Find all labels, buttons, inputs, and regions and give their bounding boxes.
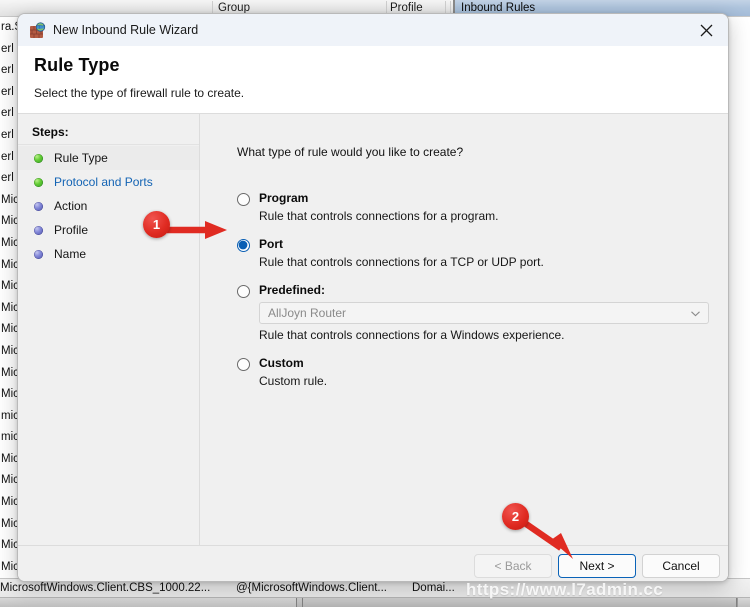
steps-panel: Steps: Rule Type Protocol and Ports Action… xyxy=(18,114,200,545)
annotation-arrow-1 xyxy=(167,221,227,239)
steps-divider xyxy=(18,144,199,145)
dialog-footer: < Back Next > Cancel xyxy=(18,545,728,581)
predefined-rule-dropdown-value: AllJoyn Router xyxy=(268,306,347,320)
close-icon[interactable] xyxy=(684,14,728,46)
step-item-label: Protocol and Ports xyxy=(54,175,153,189)
step-item-action[interactable]: Action xyxy=(18,194,199,218)
radio-predefined[interactable] xyxy=(237,285,250,298)
step-bullet-icon xyxy=(34,178,43,187)
step-item-label: Rule Type xyxy=(54,151,108,165)
option-custom-description: Custom rule. xyxy=(259,374,328,388)
status-bar-cell: @{MicrosoftWindows.Client... xyxy=(236,582,387,594)
content-panel: What type of rule would you like to crea… xyxy=(200,114,728,545)
cancel-button[interactable]: Cancel xyxy=(642,554,720,578)
option-port-description: Rule that controls connections for a TCP… xyxy=(259,255,544,269)
new-inbound-rule-wizard-dialog: New Inbound Rule Wizard Rule Type Select… xyxy=(17,13,729,582)
step-item-label: Action xyxy=(54,199,88,213)
step-bullet-icon xyxy=(34,202,43,211)
radio-port[interactable] xyxy=(237,239,250,252)
background-status-bar: MicrosoftWindows.Client.CBS_1000.22... @{… xyxy=(0,578,750,607)
step-item-rule-type[interactable]: Rule Type xyxy=(18,146,199,170)
step-item-label: Profile xyxy=(54,223,89,237)
step-item-name[interactable]: Name xyxy=(18,242,199,266)
option-predefined-label: Predefined: xyxy=(259,283,326,297)
annotation-marker-1: 1 xyxy=(143,211,170,238)
steps-heading: Steps: xyxy=(32,125,69,139)
option-program-label: Program xyxy=(259,191,309,205)
content-question: What type of rule would you like to crea… xyxy=(237,145,464,159)
page-subtitle: Select the type of firewall rule to crea… xyxy=(34,86,245,100)
step-item-protocol-and-ports[interactable]: Protocol and Ports xyxy=(18,170,199,194)
status-bar-cell: MicrosoftWindows.Client.CBS_1000.22... xyxy=(0,582,211,594)
option-custom-label: Custom xyxy=(259,356,304,370)
step-bullet-icon xyxy=(34,154,43,163)
dialog-title: New Inbound Rule Wizard xyxy=(53,23,199,37)
radio-program[interactable] xyxy=(237,193,250,206)
predefined-rule-dropdown[interactable]: AllJoyn Router xyxy=(259,302,709,324)
option-predefined-description: Rule that controls connections for a Win… xyxy=(259,328,565,342)
step-item-label: Name xyxy=(54,247,87,261)
firewall-globe-icon xyxy=(29,22,46,39)
step-bullet-icon xyxy=(34,226,43,235)
page-title: Rule Type xyxy=(34,55,120,75)
dialog-title-bar[interactable]: New Inbound Rule Wizard xyxy=(18,14,728,47)
option-port-label: Port xyxy=(259,237,283,251)
step-bullet-icon xyxy=(34,250,43,259)
steps-list: Rule Type Protocol and Ports Action Profile… xyxy=(18,146,199,266)
dialog-header: Rule Type Select the type of firewall ru… xyxy=(18,46,728,113)
radio-custom[interactable] xyxy=(237,358,250,371)
dialog-body: Steps: Rule Type Protocol and Ports Action… xyxy=(18,114,728,545)
chevron-down-icon xyxy=(690,308,701,319)
status-bar-cell: Domai... xyxy=(412,582,455,594)
annotation-marker-2: 2 xyxy=(502,503,529,530)
option-program-description: Rule that controls connections for a pro… xyxy=(259,209,499,223)
